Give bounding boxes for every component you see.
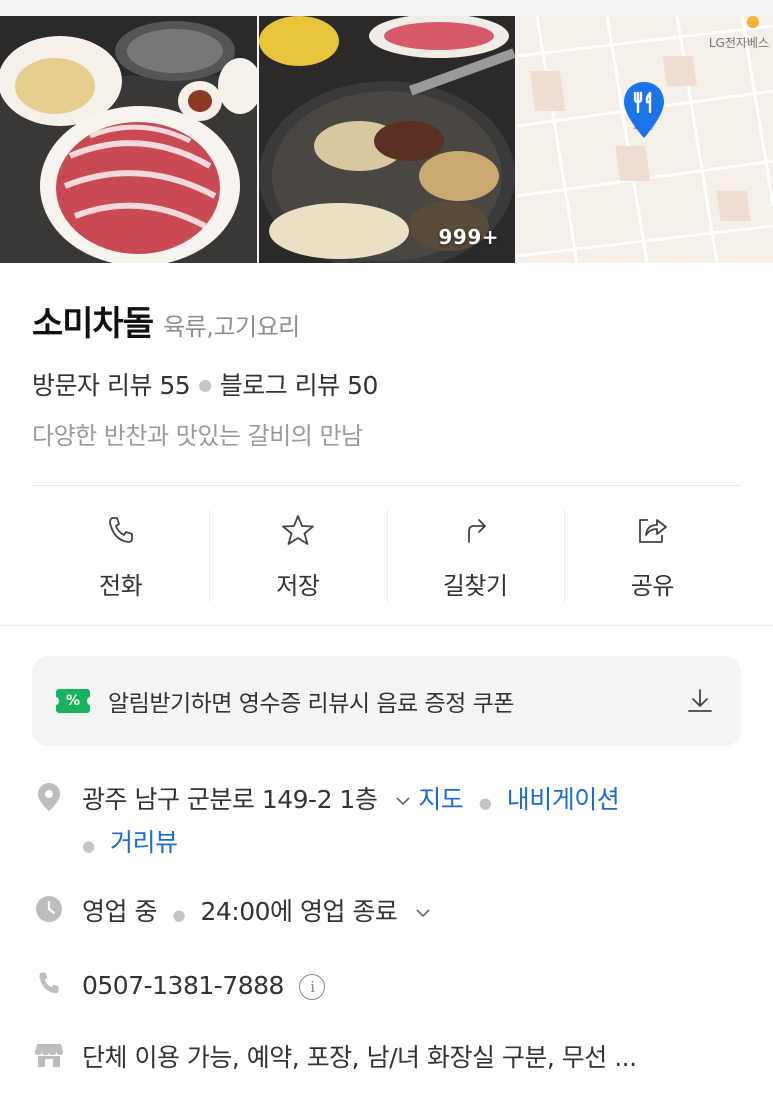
photo-meat-platter[interactable] <box>0 16 257 263</box>
info-icon[interactable]: i <box>299 974 326 1000</box>
separator-dot: ● <box>198 374 212 394</box>
hours-row[interactable]: 영업 중 ● 24:00에 영업 종료 <box>32 892 741 935</box>
section-divider <box>32 485 741 486</box>
coupon-icon: % <box>53 689 93 713</box>
photo-count-badge[interactable]: 999+ <box>438 225 499 249</box>
separator-dot: ● <box>82 837 95 855</box>
coupon-text: 알림받기하면 영수증 리뷰시 음료 증정 쿠폰 <box>108 691 514 717</box>
chevron-down-icon[interactable] <box>395 793 411 809</box>
location-map-thumbnail[interactable]: LG전자베스 파트 <box>517 16 773 263</box>
directions-button[interactable]: 길찾기 <box>386 504 564 604</box>
download-icon[interactable] <box>683 684 717 718</box>
blog-review-link[interactable]: 블로그 리뷰 50 <box>220 366 379 402</box>
closing-time: 24:00에 영업 종료 <box>200 897 398 926</box>
separator-dot: ● <box>172 906 185 924</box>
amenities-row[interactable]: 단체 이용 가능, 예약, 포장, 남/녀 화장실 구분, 무선 ... <box>32 1038 741 1078</box>
call-label: 전화 <box>99 572 143 600</box>
address-row: 광주 남구 군분로 149-2 1층 지도 ● 내비게이션 ● 거리뷰 <box>32 780 741 866</box>
section-divider <box>0 625 773 626</box>
call-button[interactable]: 전화 <box>32 504 209 604</box>
separator-dot: ● <box>478 794 492 812</box>
open-status: 영업 중 <box>82 897 157 926</box>
amenities-text: 단체 이용 가능, 예약, 포장, 남/녀 화장실 구분, 무선 ... <box>82 1043 637 1072</box>
place-name: 소미차돌 <box>32 304 154 344</box>
share-label: 공유 <box>630 572 675 600</box>
photo-gallery: 999+ LG전자베스 파트 <box>0 0 773 263</box>
review-summary: 방문자 리뷰 55 ● 블로그 리뷰 50 <box>32 366 378 402</box>
chevron-down-icon[interactable] <box>415 905 431 921</box>
action-bar: 전화 저장 길찾기 공유 <box>32 504 741 604</box>
map-link[interactable]: 지도 <box>418 785 464 814</box>
save-label: 저장 <box>276 572 320 600</box>
place-category: 육류,고기요리 <box>163 313 300 341</box>
photo-grill[interactable]: 999+ <box>259 16 515 263</box>
address-text[interactable]: 광주 남구 군분로 149-2 1층 <box>82 785 378 814</box>
store-icon <box>32 1038 66 1072</box>
street-view-link[interactable]: 거리뷰 <box>110 828 178 857</box>
navigation-link[interactable]: 내비게이션 <box>507 785 620 814</box>
phone-row: 0507-1381-7888 i <box>32 966 741 1006</box>
map-label-building: LG전자베스 <box>708 36 769 50</box>
share-icon <box>634 512 670 548</box>
map-pin-icon <box>624 82 664 138</box>
star-icon <box>280 512 316 548</box>
save-button[interactable]: 저장 <box>209 504 386 604</box>
location-pin-icon <box>32 780 66 814</box>
phone-icon <box>32 966 66 1000</box>
share-button[interactable]: 공유 <box>563 504 741 604</box>
phone-icon <box>103 512 139 548</box>
clock-icon <box>32 892 66 926</box>
directions-icon <box>457 512 493 548</box>
place-header: 소미차돌 육류,고기요리 <box>32 296 300 345</box>
directions-label: 길찾기 <box>442 572 508 600</box>
coupon-banner[interactable]: % 알림받기하면 영수증 리뷰시 음료 증정 쿠폰 <box>32 656 741 746</box>
phone-number[interactable]: 0507-1381-7888 <box>82 971 284 1000</box>
visitor-review-link[interactable]: 방문자 리뷰 55 <box>32 366 191 402</box>
place-description: 다양한 반찬과 맛있는 갈비의 만남 <box>32 422 363 450</box>
